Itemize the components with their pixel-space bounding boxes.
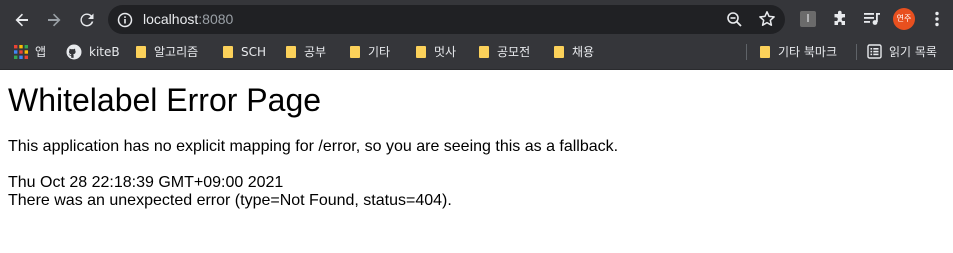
error-detail: There was an unexpected error (type=Not … — [8, 192, 452, 209]
folder-icon — [349, 45, 361, 58]
apps-grid-icon — [14, 44, 28, 59]
bookmark-folder-contest[interactable]: 공모전 — [478, 39, 530, 64]
reading-list-icon — [867, 44, 882, 59]
more-menu-icon[interactable] — [929, 10, 945, 32]
bookmark-label: SCH — [241, 44, 267, 59]
bookmarks-divider — [856, 44, 857, 60]
bookmark-label: 공부 — [304, 45, 327, 59]
folder-icon — [553, 45, 565, 58]
bookmark-other-folder[interactable]: 기타 북마크 — [759, 39, 837, 64]
bookmark-label: 기타 — [368, 45, 391, 59]
url-text[interactable]: localhost:8080 — [143, 11, 233, 28]
site-info-icon[interactable] — [117, 12, 133, 32]
arrow-right-icon — [48, 13, 61, 27]
url-host: localhost — [143, 11, 199, 27]
profile-avatar[interactable]: 연주 — [893, 8, 915, 30]
reading-list-label: 읽기 목록 — [889, 45, 937, 59]
bookmark-label: 앱 — [35, 45, 47, 59]
zoom-icon[interactable] — [726, 11, 743, 32]
bookmark-folder-etc[interactable]: 기타 — [349, 39, 390, 64]
browser-toolbar: localhost:8080 I 연주 — [0, 0, 953, 39]
reload-icon — [80, 13, 94, 27]
extension-letter: I — [806, 12, 810, 25]
bookmark-folder-algorithm[interactable]: 알고리즘 — [135, 39, 198, 64]
bookmark-star-icon[interactable] — [758, 10, 776, 32]
media-queue-icon[interactable] — [863, 10, 881, 32]
address-bar[interactable]: localhost:8080 — [108, 5, 785, 34]
extension-i-icon[interactable]: I — [800, 11, 816, 27]
github-icon — [66, 44, 82, 59]
bookmark-label: 멋사 — [434, 45, 457, 59]
folder-icon — [415, 45, 427, 58]
folder-icon — [135, 45, 147, 58]
bookmark-kiteb[interactable]: kiteB — [66, 39, 120, 64]
bookmark-folder-recruit[interactable]: 채용 — [553, 39, 594, 64]
reload-button[interactable] — [73, 6, 101, 34]
folder-icon — [285, 45, 297, 58]
bookmark-folder-sch[interactable]: SCH — [222, 39, 266, 64]
bookmark-label: 알고리즘 — [154, 45, 199, 59]
bookmarks-bar: 앱 kiteB 알고리즘 SCH 공부 기타 멋사 공모전 채용 기타 북마크 — [0, 39, 953, 70]
bookmark-label: 공모전 — [497, 45, 531, 59]
page-title: Whitelabel Error Page — [8, 82, 322, 118]
arrow-left-icon — [15, 13, 28, 27]
forward-button[interactable] — [40, 6, 68, 34]
bookmark-apps[interactable]: 앱 — [14, 39, 46, 64]
profile-initials: 연주 — [896, 14, 912, 23]
error-timestamp: Thu Oct 28 22:18:39 GMT+09:00 2021 — [8, 174, 284, 191]
back-button[interactable] — [8, 6, 36, 34]
folder-icon — [478, 45, 490, 58]
page-content: Whitelabel Error Page This application h… — [0, 71, 953, 253]
bookmark-folder-study[interactable]: 공부 — [285, 39, 326, 64]
error-message: This application has no explicit mapping… — [8, 138, 619, 155]
bookmark-folder-likelion[interactable]: 멋사 — [415, 39, 456, 64]
bookmark-label: kiteB — [89, 44, 120, 59]
folder-icon — [759, 45, 771, 58]
extensions-puzzle-icon[interactable] — [831, 10, 849, 32]
reading-list-button[interactable]: 읽기 목록 — [867, 39, 937, 64]
bookmark-label: 채용 — [572, 45, 595, 59]
url-port: :8080 — [198, 11, 234, 27]
folder-icon — [222, 45, 234, 58]
bookmarks-divider — [746, 44, 747, 60]
bookmark-label: 기타 북마크 — [778, 45, 838, 59]
